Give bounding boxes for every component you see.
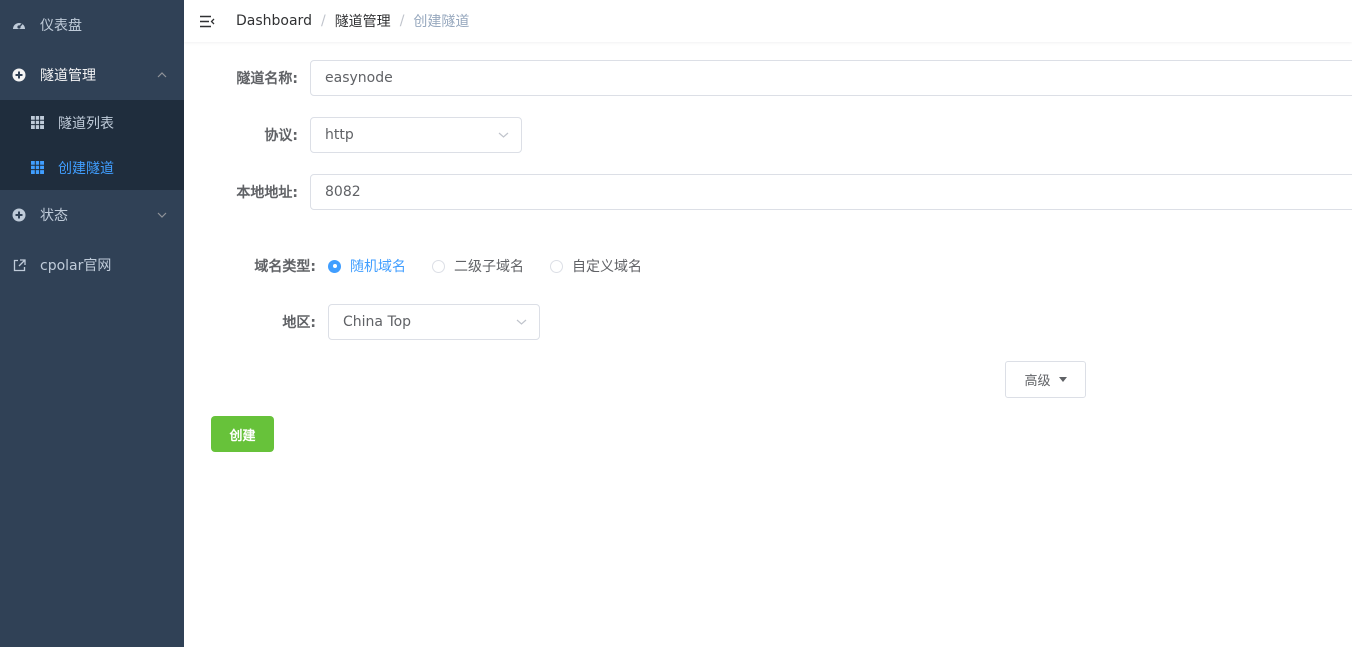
form-row-region: 地区: China Top xyxy=(184,304,540,340)
sidebar: 仪表盘 隧道管理 隧道列表 创建隧道 状态 cpolar官网 xyxy=(0,0,184,647)
form-row-protocol: 协议: http xyxy=(184,117,522,153)
radio-dot xyxy=(432,259,445,273)
sidebar-item-tunnel-management[interactable]: 隧道管理 xyxy=(0,50,184,100)
breadcrumb-create-tunnel: 创建隧道 xyxy=(413,14,470,30)
region-value: China Top xyxy=(343,314,412,330)
create-tunnel-form: 隧道名称: easynode 协议: http 本地地址: 8082 域名类型: xyxy=(184,42,1352,647)
dashboard-icon xyxy=(12,18,26,32)
radio-label: 二级子域名 xyxy=(454,259,524,275)
grid-icon xyxy=(30,161,44,175)
local-address-label: 本地地址: xyxy=(236,185,298,201)
chevron-up-icon xyxy=(156,69,168,81)
app-window: 仪表盘 隧道管理 隧道列表 创建隧道 状态 cpolar官网 Dashboard… xyxy=(0,0,1352,647)
region-select[interactable]: China Top xyxy=(328,304,540,340)
sidebar-item-tunnel-list[interactable]: 隧道列表 xyxy=(0,100,184,145)
sidebar-item-label: 创建隧道 xyxy=(58,160,114,177)
chevron-down-icon xyxy=(497,129,509,141)
form-row-tunnel-name: 隧道名称: easynode xyxy=(184,60,1352,96)
breadcrumb-separator: / xyxy=(320,13,326,29)
sidebar-item-label: 隧道管理 xyxy=(40,68,96,84)
local-address-input[interactable]: 8082 xyxy=(310,174,1352,210)
radio-dot xyxy=(550,259,563,273)
submenu-tunnel-management: 隧道列表 创建隧道 xyxy=(0,100,184,190)
sidebar-item-cpolar-site[interactable]: cpolar官网 xyxy=(0,240,184,290)
advanced-button-label: 高级 xyxy=(1024,374,1051,389)
tunnel-name-label: 隧道名称: xyxy=(236,71,298,87)
radio-label: 自定义域名 xyxy=(572,259,642,275)
sidebar-item-label: cpolar官网 xyxy=(40,258,112,274)
chevron-down-icon xyxy=(515,316,527,328)
radio-dot xyxy=(328,259,341,273)
domain-type-radio-group: 随机域名 二级子域名 自定义域名 xyxy=(328,256,668,276)
grid-icon xyxy=(30,116,44,130)
hamburger-menu-icon[interactable] xyxy=(200,13,216,29)
protocol-label: 协议: xyxy=(264,128,298,144)
caret-down-icon xyxy=(1058,377,1067,382)
external-link-icon xyxy=(12,258,26,272)
form-row-domain-type: 域名类型: 随机域名 二级子域名 自定义域名 xyxy=(184,256,668,276)
radio-label: 随机域名 xyxy=(350,259,406,275)
top-header: Dashboard / 隧道管理 / 创建隧道 xyxy=(184,0,1352,42)
chevron-down-icon xyxy=(156,209,168,221)
breadcrumb-tunnel-management[interactable]: 隧道管理 xyxy=(335,11,391,31)
sidebar-item-label: 隧道列表 xyxy=(58,115,114,132)
form-row-local-address: 本地地址: 8082 xyxy=(184,174,1352,210)
tunnel-name-value: easynode xyxy=(325,70,393,86)
sidebar-item-label: 状态 xyxy=(40,208,68,224)
domain-type-label: 域名类型: xyxy=(254,259,316,275)
plus-circle-icon xyxy=(12,208,26,222)
sidebar-item-label: 仪表盘 xyxy=(40,18,82,34)
sidebar-item-create-tunnel[interactable]: 创建隧道 xyxy=(0,145,184,190)
protocol-value: http xyxy=(325,127,354,143)
local-address-value: 8082 xyxy=(325,184,361,200)
region-label: 地区: xyxy=(282,315,316,331)
breadcrumb-separator: / xyxy=(399,13,405,29)
plus-circle-icon xyxy=(12,68,26,82)
create-button[interactable]: 创建 xyxy=(211,416,274,452)
sidebar-item-status[interactable]: 状态 xyxy=(0,190,184,240)
radio-custom-domain[interactable]: 自定义域名 xyxy=(550,256,642,276)
advanced-dropdown-button[interactable]: 高级 xyxy=(1005,361,1086,398)
radio-random-domain[interactable]: 随机域名 xyxy=(328,256,406,276)
tunnel-name-input[interactable]: easynode xyxy=(310,60,1352,96)
sidebar-item-dashboard[interactable]: 仪表盘 xyxy=(0,0,184,50)
breadcrumb-dashboard[interactable]: Dashboard xyxy=(236,13,312,29)
radio-subdomain[interactable]: 二级子域名 xyxy=(432,256,524,276)
protocol-select[interactable]: http xyxy=(310,117,522,153)
breadcrumb: Dashboard / 隧道管理 / 创建隧道 xyxy=(236,11,469,31)
